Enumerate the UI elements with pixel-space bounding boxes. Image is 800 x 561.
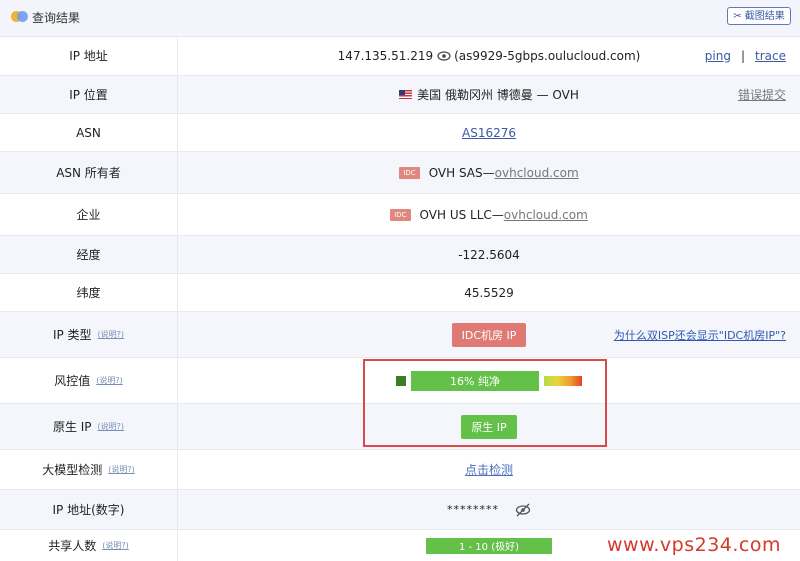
why-idc-link[interactable]: 为什么双ISP还会显示"IDC机房IP"? — [614, 327, 786, 343]
row-asn-owner: ASN 所有者 IDC OVH SAS— ovhcloud.com — [0, 152, 800, 194]
row-asn: ASN AS16276 — [0, 114, 800, 152]
watermark-text: www.vps234.com — [607, 534, 782, 556]
results-header: 查询结果 ✂ 截图结果 — [0, 0, 800, 37]
company-site-link[interactable]: ovhcloud.com — [504, 208, 588, 222]
label-ip-numeric: IP 地址(数字) — [52, 503, 125, 517]
value-asn-owner: IDC OVH SAS— ovhcloud.com — [178, 152, 800, 193]
scissors-icon: ✂ — [733, 11, 742, 22]
eye-off-icon[interactable] — [515, 502, 531, 518]
header-title: 查询结果 — [32, 11, 81, 25]
asn-owner-site-link[interactable]: ovhcloud.com — [495, 166, 579, 180]
value-company: IDC OVH US LLC— ovhcloud.com — [178, 194, 800, 235]
asn-owner-name: OVH SAS— — [428, 165, 495, 180]
report-error-link[interactable]: 错误提交 — [738, 86, 786, 103]
ip-tools: ping | trace — [705, 36, 786, 75]
risk-score-bar: 16% 纯净 — [411, 370, 539, 391]
eye-icon[interactable] — [437, 49, 451, 63]
ip-value: 147.135.51.219 — [337, 48, 434, 63]
row-llm-check: 大模型检测 (说明?) 点击检测 — [0, 450, 800, 490]
label-latitude: 纬度 — [76, 286, 101, 300]
ip-type-label: IP 类型 — [52, 328, 92, 342]
llm-check-help-link[interactable]: (说明?) — [108, 464, 135, 475]
llm-check-label: 大模型检测 — [42, 463, 103, 477]
ip-numeric-masked: ******** — [447, 503, 499, 516]
row-latitude: 纬度 45.5529 — [0, 274, 800, 312]
company-name: OVH US LLC— — [419, 207, 504, 222]
label-llm-check: 大模型检测 (说明?) — [0, 450, 177, 489]
idc-tag: IDC — [390, 208, 411, 221]
screenshot-button[interactable]: ✂ 截图结果 — [727, 7, 791, 25]
asn-link[interactable]: AS16276 — [462, 126, 516, 140]
longitude-value: -122.5604 — [458, 247, 520, 262]
row-ip-address: IP 地址 147.135.51.219 (as9929-5gbps.ouluc… — [0, 36, 800, 76]
screenshot-button-label: 截图结果 — [744, 11, 785, 22]
shared-users-help-link[interactable]: (说明?) — [102, 540, 129, 551]
risk-help-link[interactable]: (说明?) — [96, 375, 123, 386]
value-llm-check: 点击检测 — [178, 450, 800, 489]
label-ip-address: IP 地址 — [69, 49, 108, 63]
value-ip-location: 美国 俄勒冈州 博德曼 — OVH — [178, 76, 800, 113]
value-asn: AS16276 — [178, 114, 800, 151]
latitude-value: 45.5529 — [464, 285, 514, 300]
link-separator: | — [740, 48, 746, 63]
ip-type-tools: 为什么双ISP还会显示"IDC机房IP"? — [614, 312, 786, 357]
hostname-value: (as9929-5gbps.oulucloud.com) — [454, 48, 641, 63]
shared-users-text: 1 - 10 (极好) — [458, 542, 520, 553]
label-risk: 风控值 (说明?) — [0, 358, 177, 403]
idc-ip-badge: IDC机房 IP — [451, 322, 527, 347]
value-ip-numeric: ******** — [178, 490, 800, 529]
ip-type-help-link[interactable]: (说明?) — [98, 329, 125, 340]
label-ip-type: IP 类型 (说明?) — [0, 312, 177, 357]
risk-label: 风控值 — [54, 374, 91, 388]
value-risk: 16% 纯净 — [178, 358, 800, 403]
us-flag-icon — [399, 90, 413, 99]
native-ip-help-link[interactable]: (说明?) — [98, 421, 125, 432]
label-longitude: 经度 — [76, 248, 101, 262]
label-ip-location: IP 位置 — [69, 88, 108, 102]
shared-users-bar: 1 - 10 (极好) — [426, 537, 552, 554]
row-longitude: 经度 -122.5604 — [0, 236, 800, 274]
click-detect-link[interactable]: 点击检测 — [465, 461, 513, 478]
logo-icon — [11, 11, 29, 23]
risk-level-indicator — [396, 375, 406, 386]
value-native-ip: 原生 IP — [178, 404, 800, 449]
row-ip-type: IP 类型 (说明?) IDC机房 IP 为什么双ISP还会显示"IDC机房IP… — [0, 312, 800, 358]
label-asn: ASN — [76, 125, 101, 140]
row-ip-numeric: IP 地址(数字) ******** — [0, 490, 800, 530]
shared-users-label: 共享人数 — [48, 539, 97, 553]
native-ip-label: 原生 IP — [52, 420, 92, 434]
location-text: 美国 俄勒冈州 博德曼 — OVH — [417, 88, 579, 102]
location-tools: 错误提交 — [738, 76, 786, 113]
risk-scale-gradient — [544, 375, 582, 386]
trace-link[interactable]: trace — [755, 49, 786, 63]
label-asn-owner: ASN 所有者 — [56, 166, 121, 180]
label-company: 企业 — [76, 208, 101, 222]
label-native-ip: 原生 IP (说明?) — [0, 404, 177, 449]
row-company: 企业 IDC OVH US LLC— ovhcloud.com — [0, 194, 800, 236]
ping-link[interactable]: ping — [705, 49, 731, 63]
row-native-ip: 原生 IP (说明?) 原生 IP — [0, 404, 800, 450]
risk-score-text: 16% 纯净 — [450, 374, 500, 388]
row-risk: 风控值 (说明?) 16% 纯净 — [0, 358, 800, 404]
native-ip-badge: 原生 IP — [461, 414, 517, 439]
row-ip-location: IP 位置 美国 俄勒冈州 博德曼 — OVH 错误提交 — [0, 76, 800, 114]
label-shared-users: 共享人数 (说明?) — [0, 530, 177, 561]
idc-tag: IDC — [399, 166, 420, 179]
